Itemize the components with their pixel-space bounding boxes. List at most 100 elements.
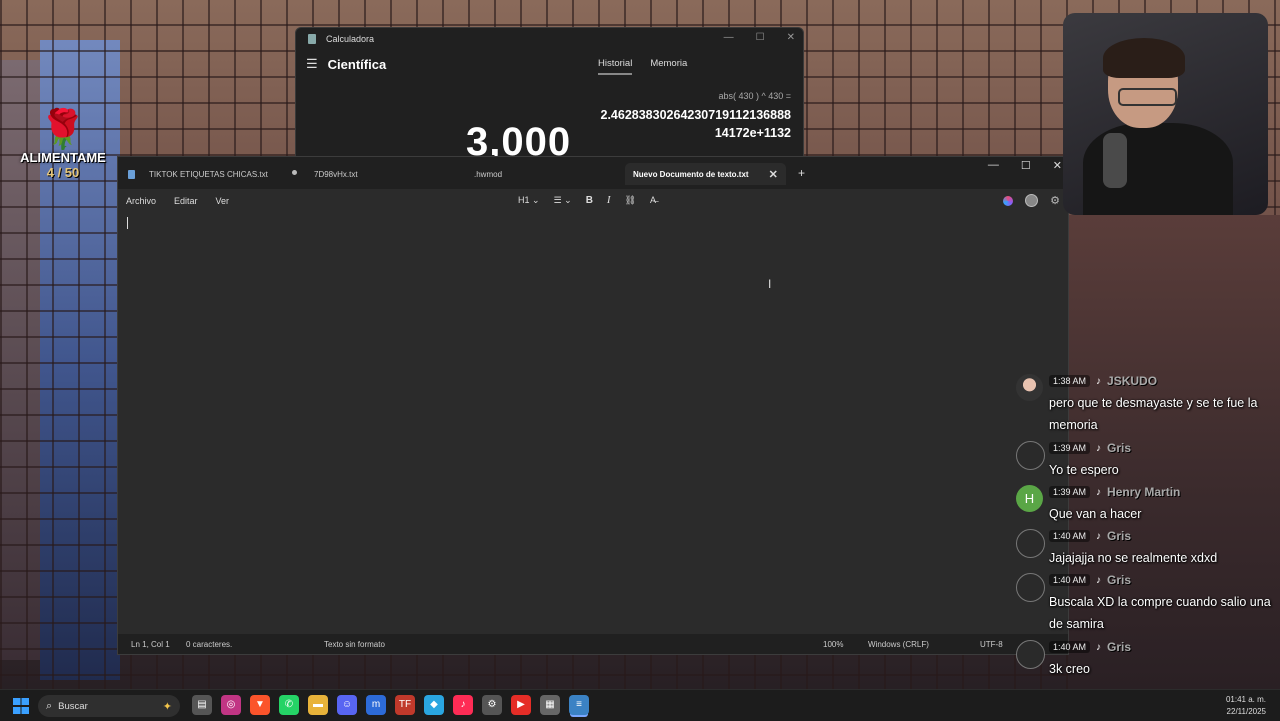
status-encoding[interactable]: UTF-8	[980, 640, 1003, 649]
windows-start-icon[interactable]	[13, 698, 29, 714]
webcam-person-hair	[1103, 38, 1185, 78]
webcam-person-glasses	[1118, 88, 1177, 106]
file-explorer-tile-icon[interactable]: ▤	[192, 695, 212, 715]
calculator-mode: ☰ Científica	[306, 56, 386, 72]
tab-historial[interactable]: Historial	[598, 58, 633, 75]
link-icon[interactable]: ⛓	[625, 195, 636, 206]
list-dropdown[interactable]: ☰ ⌄	[554, 195, 572, 206]
minimize-button[interactable]: —	[724, 32, 734, 43]
discord-icon[interactable]: ☺	[337, 695, 357, 715]
chat-username: Gris	[1107, 441, 1132, 455]
chat-username: Henry Martin	[1107, 485, 1181, 499]
calculator-expression: abs( 430 ) ^ 430 =	[718, 91, 791, 101]
notepad-statusbar: Ln 1, Col 1 0 caracteres. Texto sin form…	[118, 634, 1068, 654]
tab-label: TIKTOK ETIQUETAS CHICAS.txt	[149, 169, 268, 179]
tab-tiktok-etiquetas[interactable]: TIKTOK ETIQUETAS CHICAS.txt	[128, 163, 268, 185]
calculator-title: Calculadora	[326, 34, 375, 44]
instagram-icon[interactable]: ◎	[221, 695, 241, 715]
unsaved-dot-icon	[292, 170, 297, 175]
clock-date: 22/11/2025	[1226, 707, 1266, 716]
menu-editar[interactable]: Editar	[174, 196, 198, 206]
tab-label: .hwmod	[474, 169, 503, 179]
chat-time: 1:39 AM	[1049, 442, 1091, 454]
alimentame-overlay: 🌹 ALIMENTAME 4 / 50	[18, 110, 108, 180]
italic-button[interactable]: I	[607, 194, 611, 206]
chat-username: Gris	[1107, 529, 1132, 543]
chat-text: Buscala XD la compre cuando salio una de…	[1049, 595, 1271, 631]
gear-icon[interactable]: ⚙	[1050, 194, 1060, 207]
notepad-window: TIKTOK ETIQUETAS CHICAS.txt 7D98vHx.txt …	[117, 156, 1069, 655]
status-line-ending[interactable]: Windows (CRLF)	[868, 640, 929, 649]
close-tab-icon[interactable]: ✕	[769, 168, 778, 181]
notepad-right-tools: ⚙	[1003, 194, 1060, 207]
taskbar-apps: ▤ ◎ ▼ ✆ ▬ ☺ m TF ◆ ♪ ⚙ ▶ ▦ ≡	[192, 695, 589, 715]
youtube-music-icon[interactable]: ▶	[511, 695, 531, 715]
chat-time: 1:40 AM	[1049, 574, 1091, 586]
tab-7d98vhx[interactable]: 7D98vHx.txt	[314, 163, 358, 185]
maximize-button[interactable]: ☐	[756, 32, 765, 43]
heading-label: H1	[518, 194, 530, 205]
tiktok-icon: ♪	[1096, 442, 1102, 454]
tiktok-icon[interactable]: ♪	[453, 695, 473, 715]
taskbar-clock[interactable]: 01:41 a. m. 22/11/2025	[1226, 694, 1266, 718]
status-position: Ln 1, Col 1	[131, 640, 170, 649]
calculator-icon[interactable]: ▦	[540, 695, 560, 715]
tf-icon[interactable]: TF	[395, 695, 415, 715]
tiktok-icon: ♪	[1096, 641, 1102, 653]
notepad-file-icon	[128, 169, 135, 179]
maximize-button[interactable]: ☐	[1021, 159, 1031, 172]
chat-text: Yo te espero	[1049, 463, 1119, 477]
heading-dropdown[interactable]: H1 ⌄	[518, 195, 540, 206]
folder-icon[interactable]: ▬	[308, 695, 328, 715]
chat-text: Jajajajja no se realmente xdxd	[1049, 551, 1218, 565]
bold-button[interactable]: B	[586, 195, 593, 206]
app-diamond-icon[interactable]: ◆	[424, 695, 444, 715]
status-zoom[interactable]: 100%	[823, 640, 843, 649]
avatar	[1016, 374, 1043, 401]
taskbar: ⌕ Buscar ✦ ▤ ◎ ▼ ✆ ▬ ☺ m TF ◆ ♪ ⚙ ▶ ▦ ≡ 01:41 a. m. 2…	[0, 689, 1280, 721]
sparkle-icon: ✦	[162, 700, 172, 713]
menu-archivo[interactable]: Archivo	[126, 196, 156, 206]
clear-formatting-icon[interactable]: A̶	[650, 195, 656, 205]
copilot-icon[interactable]	[1003, 195, 1014, 206]
tab-hwmod[interactable]: .hwmod	[474, 163, 502, 185]
close-button[interactable]: ✕	[1053, 159, 1062, 172]
chat-time: 1:38 AM	[1049, 375, 1091, 387]
tab-label: Nuevo Documento de texto.txt	[633, 169, 749, 179]
account-avatar[interactable]	[1025, 194, 1039, 207]
notepad-window-controls: — ☐ ✕	[988, 159, 1062, 172]
whatsapp-icon[interactable]: ✆	[279, 695, 299, 715]
avatar	[1016, 640, 1045, 669]
mobi-icon[interactable]: m	[366, 695, 386, 715]
webcam-overlay	[1063, 13, 1268, 215]
notepad-icon[interactable]: ≡	[569, 695, 589, 715]
microphone-icon	[1103, 133, 1127, 188]
taskbar-search[interactable]: ⌕ Buscar ✦	[38, 695, 180, 717]
hamburger-menu-icon[interactable]: ☰	[306, 56, 318, 72]
ibeam-cursor-icon: I	[768, 277, 772, 291]
tab-nuevo-documento[interactable]: Nuevo Documento de texto.txt ✕	[625, 163, 786, 185]
new-tab-button[interactable]: +	[798, 166, 805, 180]
status-format[interactable]: Texto sin formato	[324, 640, 385, 649]
rose-icon: 🌹	[39, 109, 87, 151]
calculator-history-result[interactable]: 2.46283830264230719112136888	[601, 108, 792, 122]
chat-text: 3k creo	[1049, 662, 1090, 676]
tab-label: 7D98vHx.txt	[314, 169, 358, 179]
search-icon: ⌕	[46, 699, 53, 712]
tiktok-icon: ♪	[1096, 486, 1102, 498]
chat-username: Gris	[1107, 573, 1132, 587]
calculator-mode-name: Científica	[327, 56, 387, 72]
text-caret	[127, 217, 128, 229]
brave-icon[interactable]: ▼	[250, 695, 270, 715]
menu-ver[interactable]: Ver	[216, 196, 230, 206]
close-button[interactable]: ✕	[787, 32, 795, 43]
chat-time: 1:40 AM	[1049, 530, 1091, 542]
minimize-button[interactable]: —	[988, 159, 999, 172]
notepad-menubar: Archivo Editar Ver H1 ⌄ ☰ ⌄ B I ⛓ A̶ ⚙	[118, 189, 1068, 213]
tab-memoria[interactable]: Memoria	[650, 58, 687, 75]
status-char-count: 0 caracteres.	[186, 640, 233, 649]
avatar	[1016, 573, 1045, 602]
tiktok-icon: ♪	[1096, 574, 1102, 586]
settings-icon[interactable]: ⚙	[482, 695, 502, 715]
overlay-title: ALIMENTAME	[20, 150, 106, 165]
